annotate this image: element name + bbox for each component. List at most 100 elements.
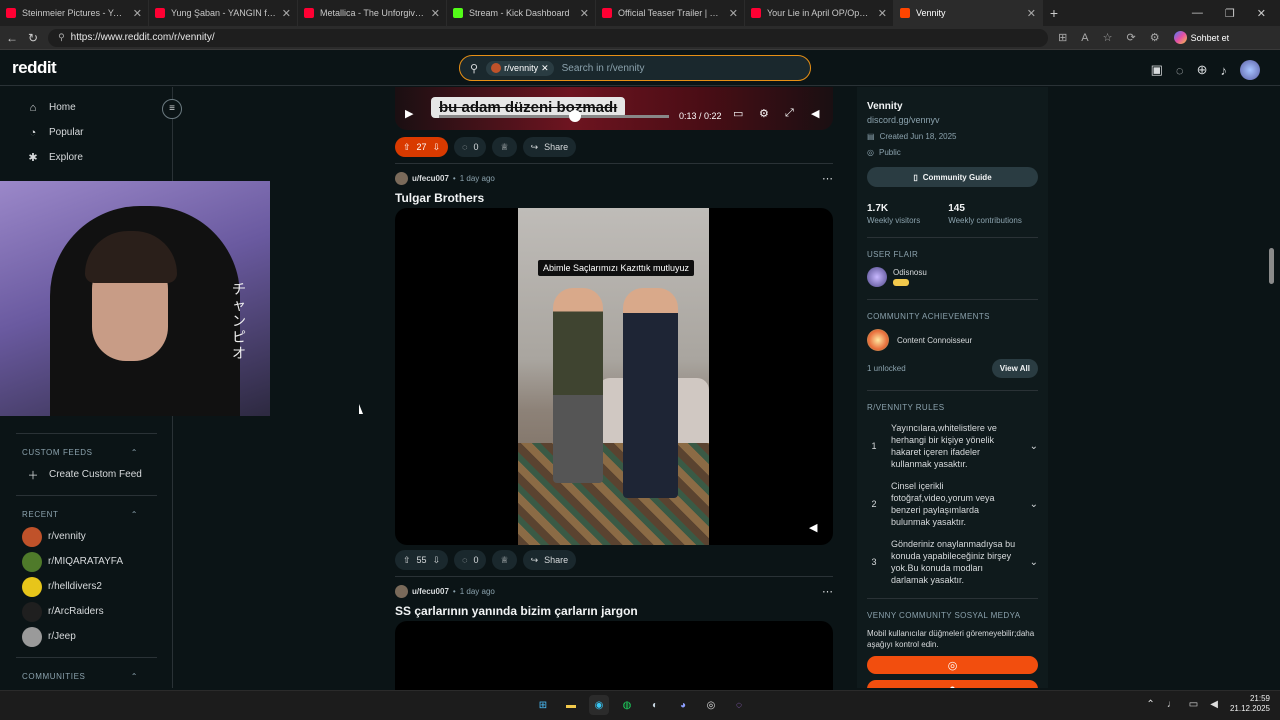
- post-title[interactable]: SS çarlarının yanında bizim çarların jar…: [395, 601, 833, 621]
- share-button[interactable]: ↪ Share: [522, 137, 577, 157]
- reddit-logo[interactable]: reddit: [12, 58, 57, 78]
- user-flair[interactable]: Odisnosu: [867, 267, 1038, 287]
- tab-close-icon[interactable]: ✕: [133, 7, 142, 20]
- social-link-button[interactable]: ◎: [867, 656, 1038, 674]
- tab-close-icon[interactable]: ✕: [729, 7, 738, 20]
- sidebar-item-explore[interactable]: ✱ Explore: [0, 145, 172, 170]
- obs-icon[interactable]: ◎: [701, 695, 721, 715]
- create-post-icon[interactable]: ⊕: [1197, 62, 1208, 78]
- comments-button[interactable]: ◌ 0: [454, 550, 487, 570]
- video-player-top[interactable]: bu adam düzeni bozmadı ▶ 0:13 / 0:22 ▭ ⚙…: [395, 87, 833, 130]
- user-avatar[interactable]: [395, 584, 408, 598]
- video-scrubber[interactable]: [439, 110, 669, 122]
- user-avatar[interactable]: [1240, 60, 1260, 80]
- search-bar[interactable]: ⚲ r/vennity ✕ Search in r/vennity: [459, 55, 811, 81]
- back-icon[interactable]: ←: [6, 31, 18, 45]
- file-explorer-icon[interactable]: ▬: [561, 695, 581, 715]
- browser-tab[interactable]: Stream - Kick Dashboard ✕: [447, 0, 596, 26]
- discord-icon[interactable]: ◕: [673, 695, 693, 715]
- community-link[interactable]: discord.gg/vennyv: [867, 115, 1038, 125]
- steam-icon[interactable]: ◐: [645, 695, 665, 715]
- edge-icon[interactable]: ◉: [589, 695, 609, 715]
- translate-icon[interactable]: A: [1081, 32, 1088, 44]
- achievement-item[interactable]: Content Connoisseur: [867, 329, 1038, 351]
- reload-icon[interactable]: ↻: [28, 31, 38, 45]
- browser-tab[interactable]: Metallica - The Unforgiven (Officia ✕: [298, 0, 447, 26]
- rule-item[interactable]: 3 Gönderiniz onaylanmadıysa bu konuda yap…: [867, 538, 1038, 586]
- tab-close-icon[interactable]: ✕: [580, 7, 589, 20]
- browser-tab[interactable]: Yung Şaban - YANGIN ft. Neocast ✕: [149, 0, 298, 26]
- rule-item[interactable]: 1 Yayıncılara,whitelistlere ve herhangi b…: [867, 422, 1038, 470]
- chip-close-icon[interactable]: ✕: [541, 63, 549, 74]
- award-button[interactable]: ♕: [492, 137, 517, 157]
- close-window-icon[interactable]: ✕: [1257, 7, 1266, 20]
- sidebar-item-popular[interactable]: ◔ Popular: [0, 120, 172, 145]
- play-icon[interactable]: ▶: [405, 107, 413, 120]
- comments-button[interactable]: ◌ 0: [454, 137, 487, 157]
- post-title[interactable]: Tulgar Brothers: [395, 188, 833, 208]
- upvote-icon[interactable]: ⇧: [403, 555, 411, 566]
- post-video[interactable]: Abimle Saçlarımızı Kazıttık mutluyuz ◀: [395, 208, 833, 545]
- display-icon[interactable]: ▭: [1189, 699, 1198, 710]
- downvote-icon[interactable]: ⇩: [433, 555, 441, 566]
- view-all-button[interactable]: View All: [991, 359, 1038, 378]
- downvote-icon[interactable]: ⇩: [433, 142, 441, 153]
- minimize-icon[interactable]: —: [1192, 7, 1203, 20]
- search-input[interactable]: Search in r/vennity: [562, 63, 645, 74]
- refresh-extension-icon[interactable]: ⟳: [1127, 31, 1136, 44]
- page-scrollbar[interactable]: [1269, 88, 1274, 686]
- upvote-icon[interactable]: ⇧: [403, 142, 411, 153]
- url-field[interactable]: ⚲ https://www.reddit.com/r/vennity/: [48, 28, 1049, 47]
- clock[interactable]: 21:59 21.12.2025: [1230, 694, 1270, 714]
- recent-community[interactable]: r/MIQARATAYFA: [0, 549, 173, 574]
- tab-close-icon[interactable]: ✕: [1027, 7, 1036, 20]
- tab-close-icon[interactable]: ✕: [431, 7, 440, 20]
- spotify-icon[interactable]: ◍: [617, 695, 637, 715]
- tab-close-icon[interactable]: ✕: [878, 7, 887, 20]
- collapse-sidebar-button[interactable]: ≡: [162, 99, 182, 119]
- recent-community[interactable]: r/ArcRaiders: [0, 599, 173, 624]
- start-icon[interactable]: ⊞: [533, 695, 553, 715]
- user-avatar[interactable]: [395, 171, 408, 185]
- search-community-chip[interactable]: r/vennity ✕: [486, 60, 554, 76]
- browser-tab[interactable]: Vennity ✕: [894, 0, 1043, 26]
- create-custom-feed[interactable]: ＋ Create Custom Feed: [0, 462, 173, 487]
- post-video[interactable]: [395, 621, 833, 691]
- speaker-icon[interactable]: ◀: [1210, 699, 1218, 710]
- recent-community[interactable]: r/Jeep: [0, 624, 173, 649]
- chevron-down-icon[interactable]: ⌄: [1030, 557, 1038, 568]
- settings-icon[interactable]: ⚙: [759, 107, 769, 120]
- favorite-icon[interactable]: ☆: [1103, 31, 1113, 44]
- recent-community[interactable]: r/vennity: [0, 524, 173, 549]
- post-author[interactable]: u/fecu007: [412, 587, 449, 596]
- rule-item[interactable]: 2 Cinsel içerikli fotoğraf,video,yorum ve…: [867, 480, 1038, 528]
- notifications-icon[interactable]: ♪: [1221, 63, 1228, 78]
- chevron-up-icon[interactable]: ⌃: [1146, 699, 1154, 710]
- twitch-tool-icon[interactable]: ◌: [729, 695, 749, 715]
- reader-icon[interactable]: ⊞: [1058, 31, 1067, 44]
- communities-header[interactable]: COMMUNITIES ⌃: [0, 666, 173, 686]
- sidebar-item-home[interactable]: ⌂ Home: [0, 95, 172, 120]
- chevron-down-icon[interactable]: ⌄: [1030, 499, 1038, 510]
- post-author[interactable]: u/fecu007: [412, 174, 449, 183]
- social-link-button[interactable]: ●: [867, 680, 1038, 688]
- custom-feeds-header[interactable]: CUSTOM FEEDS ⌃: [0, 442, 173, 462]
- mute-icon[interactable]: ◀: [809, 521, 823, 535]
- scrubber-knob[interactable]: [568, 110, 581, 122]
- chevron-down-icon[interactable]: ⌄: [1030, 441, 1038, 452]
- browser-tab[interactable]: Your Lie in April OP/Opening Then ✕: [745, 0, 894, 26]
- recent-header[interactable]: RECENT ⌃: [0, 504, 173, 524]
- community-guide-button[interactable]: ▯ Community Guide: [867, 167, 1038, 187]
- advertise-icon[interactable]: ▣: [1151, 62, 1163, 78]
- copilot-chat-button[interactable]: Sohbet et: [1173, 31, 1229, 44]
- site-info-icon[interactable]: ⚲: [58, 32, 65, 43]
- fullscreen-icon[interactable]: ⤢: [785, 107, 794, 120]
- extensions-icon[interactable]: ⚙: [1150, 31, 1160, 44]
- scrollbar-thumb[interactable]: [1269, 248, 1274, 284]
- more-options-icon[interactable]: ⋯: [822, 172, 833, 185]
- tab-close-icon[interactable]: ✕: [282, 7, 291, 20]
- browser-tab[interactable]: Official Teaser Trailer | BLEACH: Th ✕: [596, 0, 745, 26]
- new-tab-button[interactable]: +: [1043, 5, 1065, 21]
- browser-tab[interactable]: Steinmeier Pictures - YouTube ✕: [0, 0, 149, 26]
- microphone-icon[interactable]: ♩: [1167, 699, 1177, 710]
